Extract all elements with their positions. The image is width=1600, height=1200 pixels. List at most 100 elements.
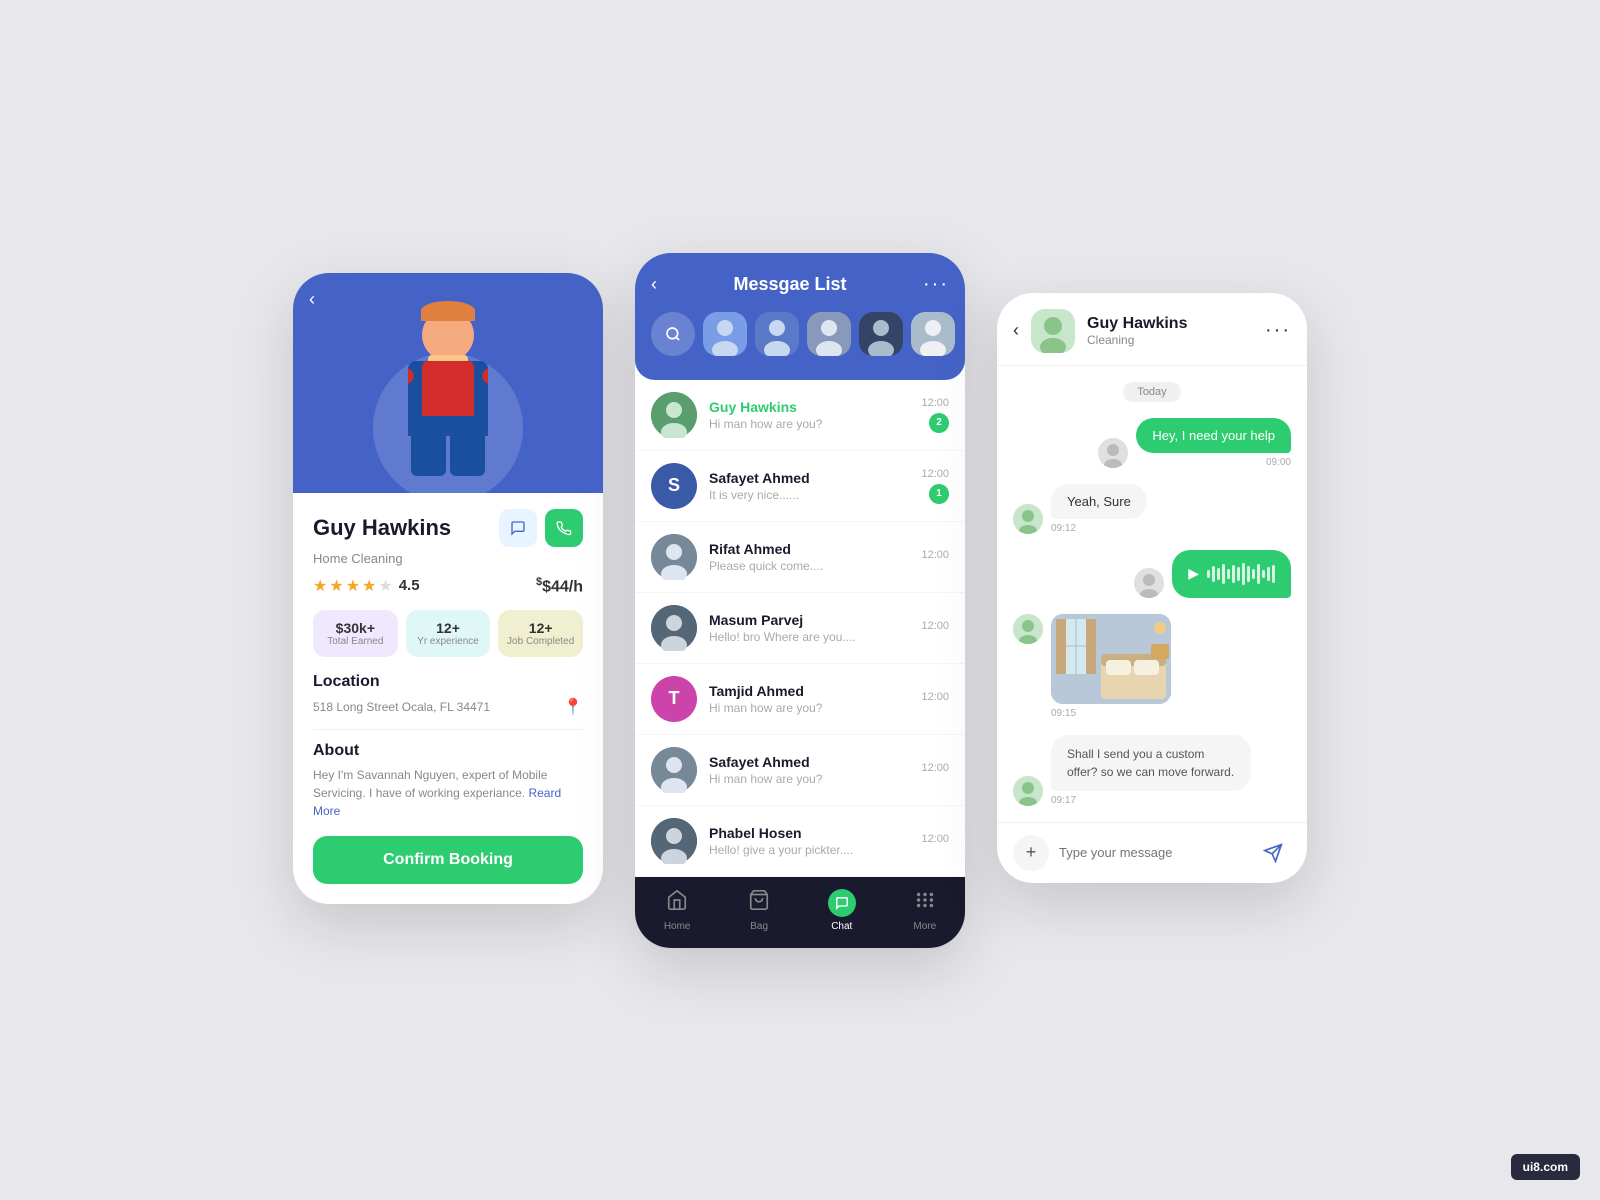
play-icon[interactable]: ▶: [1188, 565, 1199, 582]
avatar-list: [651, 312, 949, 356]
contact-avatar-4[interactable]: [859, 312, 903, 356]
contact-avatar-2[interactable]: [755, 312, 799, 356]
message-item-4[interactable]: T Tamjid Ahmed Hi man how are you? 12:00: [635, 664, 965, 735]
recv-offer-wrapper: Shall I send you a custom offer? so we c…: [1051, 735, 1251, 806]
msg-name-3: Masum Parvej: [709, 612, 909, 628]
msg-meta-5: 12:00: [921, 762, 949, 778]
add-attachment-button[interactable]: +: [1013, 835, 1049, 871]
msg-preview-1: It is very nice......: [709, 488, 909, 502]
msg-avatar-2: [651, 534, 697, 580]
wave-bar-13: [1267, 567, 1270, 581]
nav-chat-label: Chat: [831, 921, 852, 932]
chat-msg-image: 09:15: [1013, 614, 1291, 719]
nav-more[interactable]: More: [913, 889, 936, 932]
cleaner-figure: [408, 309, 488, 476]
confirm-booking-button[interactable]: Confirm Booking: [313, 836, 583, 884]
nav-home[interactable]: Home: [664, 889, 691, 932]
figure-leg-right: [450, 436, 485, 476]
nav-home-label: Home: [664, 921, 691, 932]
msg-badge-1: 1: [929, 484, 949, 504]
message-item-6[interactable]: Phabel Hosen Hello! give a your pickter.…: [635, 806, 965, 877]
screens-container: ‹: [293, 253, 1307, 948]
chat-button[interactable]: [499, 509, 537, 547]
msg-preview-0: Hi man how are you?: [709, 417, 909, 431]
figure-body: [408, 361, 488, 436]
back-button[interactable]: ‹: [309, 289, 315, 310]
msg-content-4: Tamjid Ahmed Hi man how are you?: [709, 683, 909, 715]
sent-voice-avatar: [1134, 568, 1164, 598]
msg-avatar-5: [651, 747, 697, 793]
msg-avatar-1: S: [651, 463, 697, 509]
message-item-5[interactable]: Safayet Ahmed Hi man how are you? 12:00: [635, 735, 965, 806]
msg-content-6: Phabel Hosen Hello! give a your pickter.…: [709, 825, 909, 857]
location-title: Location: [313, 673, 583, 691]
message-item-1[interactable]: S Safayet Ahmed It is very nice...... 12…: [635, 451, 965, 522]
stat-experience: 12+ Yr experience: [406, 610, 491, 657]
chat-date-badge: Today: [1013, 382, 1291, 402]
wave-bar-7: [1237, 567, 1240, 581]
stat-jobs: 12+ Job Completed: [498, 610, 583, 657]
figure-hair: [421, 301, 475, 321]
wave-bar-2: [1212, 566, 1215, 582]
msg-content-2: Rifat Ahmed Please quick come....: [709, 541, 909, 573]
msg-time-3: 12:00: [921, 620, 949, 632]
screen-messages: ‹ Messgae List ···: [635, 253, 965, 948]
screen-profile: ‹: [293, 273, 603, 904]
nav-chat[interactable]: Chat: [828, 889, 856, 932]
chat-options-button[interactable]: ···: [1265, 319, 1291, 342]
message-item-0[interactable]: Guy Hawkins Hi man how are you? 12:00 2: [635, 380, 965, 451]
send-message-button[interactable]: [1255, 835, 1291, 871]
msg-time-5: 12:00: [921, 762, 949, 774]
msg-preview-4: Hi man how are you?: [709, 701, 909, 715]
stat-jobs-value: 12+: [506, 620, 575, 636]
nav-bag-label: Bag: [750, 921, 768, 932]
messages-back-button[interactable]: ‹: [651, 274, 657, 295]
msg-meta-1: 12:00 1: [921, 468, 949, 504]
msg-avatar-4: T: [651, 676, 697, 722]
hero-section: ‹: [293, 273, 603, 493]
contact-avatar-5[interactable]: [911, 312, 955, 356]
chat-contact-avatar: [1031, 309, 1075, 353]
watermark: ui8.com: [1511, 1154, 1580, 1180]
chat-back-button[interactable]: ‹: [1013, 320, 1019, 341]
chat-messages-area: Today Hey, I need your help 09:00 Yeah, …: [997, 366, 1307, 822]
msg-meta-0: 12:00 2: [921, 397, 949, 433]
msg-name-5: Safayet Ahmed: [709, 754, 909, 770]
search-icon[interactable]: [651, 312, 695, 356]
figure-arm-left: [408, 362, 416, 387]
stat-earned-label: Total Earned: [321, 636, 390, 647]
msg-badge-0: 2: [929, 413, 949, 433]
message-item-2[interactable]: Rifat Ahmed Please quick come.... 12:00: [635, 522, 965, 593]
recv-img-wrapper: 09:15: [1051, 614, 1171, 719]
chat-msg-sent-0: Hey, I need your help 09:00: [1013, 418, 1291, 468]
chat-msg-recv-1: Yeah, Sure 09:12: [1013, 484, 1291, 534]
name-row: Guy Hawkins: [313, 509, 583, 547]
chat-icon: [828, 889, 856, 917]
figure-head: [422, 309, 474, 361]
msg-avatar-6: [651, 818, 697, 864]
msg-name-2: Rifat Ahmed: [709, 541, 909, 557]
messages-more-button[interactable]: ···: [923, 273, 949, 296]
msg-meta-4: 12:00: [921, 691, 949, 707]
sent-avatar-0: [1098, 438, 1128, 468]
recv-img-avatar: [1013, 614, 1043, 644]
msg-name-4: Tamjid Ahmed: [709, 683, 909, 699]
msg-name-0: Guy Hawkins: [709, 399, 909, 415]
wave-bar-6: [1232, 565, 1235, 583]
contact-avatar-1[interactable]: [703, 312, 747, 356]
waveform: [1207, 562, 1275, 586]
contact-avatar-3[interactable]: [807, 312, 851, 356]
more-icon: [914, 889, 936, 917]
stat-exp-label: Yr experience: [414, 636, 483, 647]
chat-header: ‹ Guy Hawkins Cleaning ···: [997, 293, 1307, 366]
msg-content-5: Safayet Ahmed Hi man how are you?: [709, 754, 909, 786]
rating-value: 4.5: [399, 577, 420, 594]
message-input[interactable]: [1059, 845, 1245, 860]
message-item-3[interactable]: Masum Parvej Hello! bro Where are you...…: [635, 593, 965, 664]
chat-contact-name: Guy Hawkins: [1087, 315, 1253, 333]
call-button[interactable]: [545, 509, 583, 547]
location-icon: 📍: [563, 697, 583, 717]
wave-bar-1: [1207, 570, 1210, 578]
nav-bag[interactable]: Bag: [748, 889, 770, 932]
msg-time-4: 12:00: [921, 691, 949, 703]
